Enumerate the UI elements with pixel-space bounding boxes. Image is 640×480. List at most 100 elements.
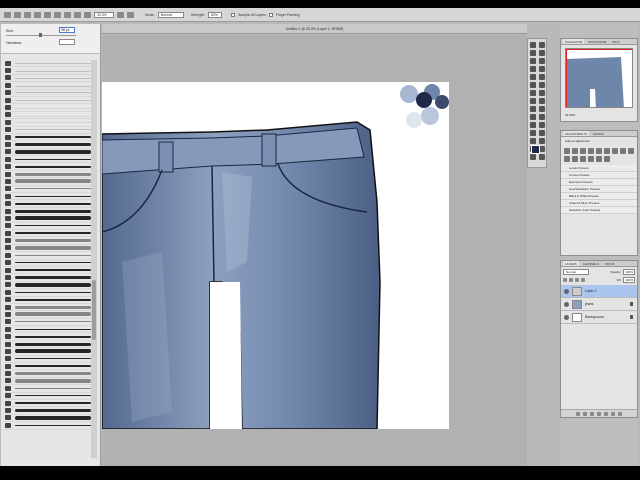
brush-preset-row[interactable] [5, 223, 91, 230]
tab-navigator[interactable]: NAVIGATOR [563, 39, 585, 44]
new-layer-icon[interactable] [611, 411, 615, 416]
preset-selective-color[interactable]: Selective Color Presets [561, 207, 637, 214]
vibrance-icon[interactable] [596, 148, 602, 154]
eye-icon[interactable] [564, 314, 569, 320]
option-icon-4[interactable] [64, 11, 71, 18]
brush-preset-row[interactable] [5, 274, 91, 282]
brush-list-scrollbar[interactable] [91, 60, 97, 458]
brush-preset-row[interactable] [5, 134, 91, 142]
brush-preset-row[interactable] [5, 252, 91, 260]
zoom-field[interactable]: 33.3% [94, 11, 114, 18]
layer-row-jeans[interactable]: jeans [561, 298, 637, 311]
mode-select[interactable]: Normal [157, 11, 184, 18]
photo-filter-icon[interactable] [628, 148, 634, 154]
brush-preset-row[interactable] [5, 112, 91, 120]
preset-hue-saturation[interactable]: Hue/Saturation Presets [561, 186, 637, 193]
tool-icon-9[interactable] [539, 74, 545, 80]
brush-preset-row[interactable] [5, 289, 91, 297]
brush-preset-row[interactable] [5, 356, 91, 364]
brush-preset-row[interactable] [5, 186, 91, 194]
brush-preset-icon[interactable] [14, 11, 21, 18]
tool-icon-3[interactable] [539, 50, 545, 56]
lock-all-icon[interactable] [581, 278, 585, 282]
brush-preset-row[interactable] [5, 208, 91, 216]
preset-exposure[interactable]: Exposure Presets [561, 179, 637, 186]
tab-paths[interactable]: PATHS [603, 261, 617, 266]
brush-preset-row[interactable] [5, 370, 91, 378]
tab-layers[interactable]: LAYERS [563, 261, 579, 266]
tool-icon-20[interactable] [530, 122, 536, 128]
tool-icon-11[interactable] [539, 82, 545, 88]
brush-preset-row[interactable] [5, 378, 91, 386]
brush-preset-row[interactable] [5, 297, 91, 304]
selective-color-icon[interactable] [604, 156, 610, 162]
tab-masks[interactable]: MASKS [591, 131, 606, 136]
threshold-icon[interactable] [588, 156, 594, 162]
tool-icon-4[interactable] [530, 58, 536, 64]
brush-preset-row[interactable] [5, 415, 91, 423]
navigator-zoom[interactable]: 33.33% [565, 113, 575, 117]
invert-icon[interactable] [572, 156, 578, 162]
adjustment-layer-icon[interactable] [597, 411, 601, 416]
brush-preset-row[interactable] [5, 163, 91, 171]
color-balance-icon[interactable] [612, 148, 618, 154]
brush-preset-row[interactable] [5, 237, 91, 245]
fill-field[interactable]: 100% [623, 277, 635, 283]
layer-style-icon[interactable] [583, 411, 587, 416]
smudge-tool-icon[interactable] [4, 11, 11, 18]
tool-icon-25[interactable] [539, 138, 545, 144]
brush-preset-row[interactable] [5, 422, 91, 430]
tab-channels[interactable]: CHANNELS [581, 261, 601, 266]
brush-preset-row[interactable] [5, 156, 91, 164]
strength-field[interactable]: 50% [207, 11, 222, 18]
posterize-icon[interactable] [580, 156, 586, 162]
brush-preset-row[interactable] [5, 245, 91, 253]
brush-preset-row[interactable] [5, 67, 91, 75]
black-white-icon[interactable] [620, 148, 626, 154]
size-slider-knob[interactable] [39, 33, 42, 37]
brush-preset-row[interactable] [5, 97, 91, 105]
view-icon[interactable] [117, 11, 124, 18]
tool-icon-14[interactable] [530, 98, 536, 104]
tool-icon-10[interactable] [530, 82, 536, 88]
brush-preset-row[interactable] [5, 149, 91, 157]
brush-preset-row[interactable] [5, 400, 91, 408]
brightness-icon[interactable] [564, 148, 570, 154]
tab-info[interactable]: INFO [610, 39, 621, 44]
exposure-icon[interactable] [588, 148, 594, 154]
tab-adjustments[interactable]: ADJUSTMENTS [563, 131, 590, 136]
brush-preset-row[interactable] [5, 141, 91, 149]
option-icon-5[interactable] [74, 11, 81, 18]
tool-icon-23[interactable] [539, 130, 545, 136]
brush-preset-row[interactable] [5, 178, 91, 186]
tool-icon-12[interactable] [530, 90, 536, 96]
brush-preset-row[interactable] [5, 119, 91, 127]
preset-black-white[interactable]: Black & White Presets [561, 193, 637, 200]
brush-preset-row[interactable] [5, 127, 91, 134]
document-tab[interactable]: Untitled-1 @ 33.3% (Layer 1, RGB/8) [102, 24, 527, 34]
lock-pixels-icon[interactable] [569, 278, 573, 282]
option-icon-6[interactable] [84, 11, 91, 18]
tool-icon-22[interactable] [530, 130, 536, 136]
brush-preset-row[interactable] [5, 341, 91, 349]
brush-preset-row[interactable] [5, 282, 91, 290]
brush-preset-row[interactable] [5, 407, 91, 415]
add-mask-icon[interactable] [590, 411, 594, 416]
option-icon-2[interactable] [44, 11, 51, 18]
tool-icon-28[interactable] [530, 154, 536, 160]
size-field[interactable]: 98 px [59, 27, 75, 33]
brush-preset-row[interactable] [5, 200, 91, 208]
gradient-map-icon[interactable] [596, 156, 602, 162]
brush-preset-row[interactable] [5, 82, 91, 90]
brush-preset-row[interactable] [5, 333, 91, 341]
lock-transparency-icon[interactable] [563, 278, 567, 282]
tool-icon-29[interactable] [539, 154, 545, 160]
brush-preset-row[interactable] [5, 363, 91, 371]
tool-icon-7[interactable] [539, 66, 545, 72]
toggle-brush-panel-icon[interactable] [24, 11, 31, 18]
brush-preset-row[interactable] [5, 260, 91, 267]
tool-icon-1[interactable] [539, 42, 545, 48]
brush-preset-row[interactable] [5, 267, 91, 275]
canvas[interactable] [102, 82, 449, 429]
tool-icon-0[interactable] [530, 42, 536, 48]
